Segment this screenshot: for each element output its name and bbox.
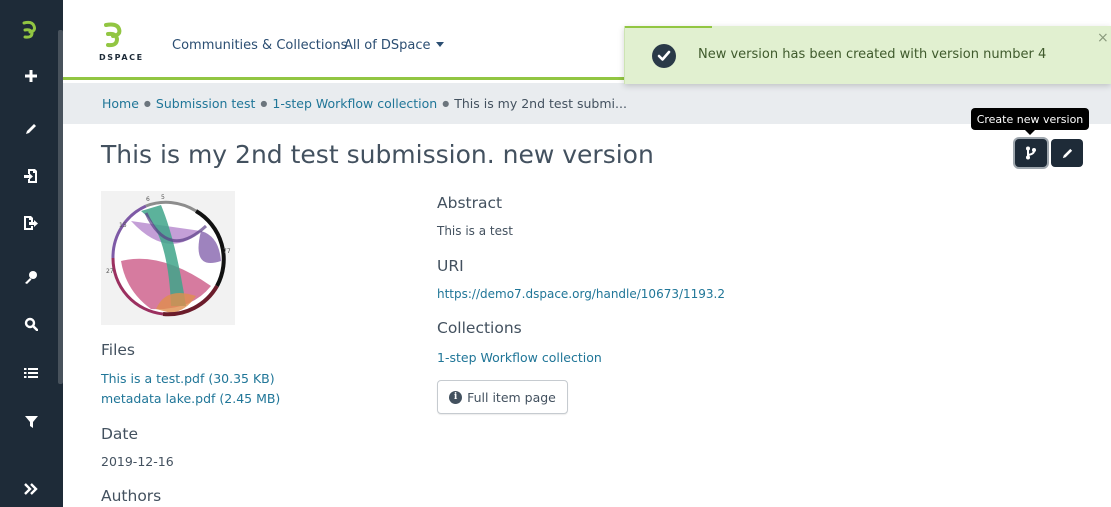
close-icon[interactable]: ×: [1097, 30, 1109, 46]
page-root: DSPACE Communities & Collections All of …: [0, 0, 1111, 507]
filter-icon: [24, 416, 38, 428]
list-icon: [24, 368, 38, 378]
notification-progress: [625, 26, 712, 28]
uri-link[interactable]: https://demo7.dspace.org/handle/10673/11…: [437, 287, 725, 301]
thumbnail-label: 6: [146, 196, 150, 203]
create-new-version-button[interactable]: [1015, 139, 1047, 167]
sidebar-item-import[interactable]: [0, 156, 62, 196]
nav-all-of-dspace-label: All of DSpace: [344, 38, 431, 53]
thumbnail-label: 15: [119, 222, 127, 229]
import-icon: [24, 169, 37, 183]
abstract-value: This is a test: [437, 224, 513, 238]
uri-heading: URI: [437, 257, 464, 275]
nav-communities-collections[interactable]: Communities & Collections: [172, 38, 347, 53]
breadcrumb-separator: ●: [442, 99, 450, 108]
sidebar-item-registries[interactable]: [0, 353, 62, 393]
create-version-tooltip: Create new version: [971, 108, 1089, 130]
code-branch-icon: [1026, 146, 1036, 160]
collections-heading: Collections: [437, 319, 522, 337]
breadcrumb: Home ● Submission test ● 1-step Workflow col…: [102, 96, 627, 111]
pencil-icon: [26, 124, 36, 134]
key-icon: [25, 271, 37, 284]
sidebar-item-access-control[interactable]: [0, 257, 62, 297]
thumbnail-label: 5: [161, 194, 165, 201]
edit-item-button[interactable]: [1051, 139, 1083, 167]
date-value: 2019-12-16: [101, 454, 174, 469]
breadcrumb-current: This is my 2nd test submi...: [454, 96, 627, 111]
chord-diagram-thumbnail: 15 6 5 77 27: [106, 194, 231, 317]
chevron-down-icon: [435, 42, 444, 47]
files-heading: Files: [101, 341, 136, 359]
export-icon: [24, 216, 38, 230]
sidebar-item-home[interactable]: [0, 10, 62, 50]
tooltip-arrow: [1025, 130, 1035, 135]
double-chevron-right-icon: [24, 483, 38, 495]
logo-wordmark: DSPACE: [99, 53, 144, 62]
file-link[interactable]: This is a test.pdf (30.35 KB): [101, 371, 275, 386]
breadcrumb-separator: ●: [260, 99, 268, 108]
search-icon: [24, 317, 38, 331]
authors-heading: Authors: [101, 487, 162, 505]
full-item-page-label: Full item page: [467, 389, 556, 405]
sidebar-item-new[interactable]: [0, 56, 62, 96]
breadcrumb-bar: Home ● Submission test ● 1-step Workflow col…: [63, 83, 1111, 124]
notification-message: New version has been created with versio…: [698, 47, 1047, 62]
plus-icon: [25, 70, 37, 82]
check-circle-icon: [652, 44, 676, 68]
sidebar-item-edit[interactable]: [0, 109, 62, 149]
item-thumbnail[interactable]: 15 6 5 77 27: [101, 191, 235, 325]
admin-sidebar: [0, 0, 63, 507]
pencil-icon: [1062, 148, 1072, 158]
dspace-logo-icon: [22, 20, 36, 39]
breadcrumb-collection[interactable]: 1-step Workflow collection: [272, 96, 437, 111]
thumbnail-label: 77: [223, 248, 231, 255]
breadcrumb-home[interactable]: Home: [102, 96, 139, 111]
breadcrumb-separator: ●: [143, 99, 151, 108]
info-circle-icon: i: [449, 390, 463, 404]
dspace-logo-icon: [104, 22, 122, 48]
page-title: This is my 2nd test submission. new vers…: [101, 140, 654, 169]
sidebar-item-curation[interactable]: [0, 402, 62, 442]
success-notification: New version has been created with versio…: [624, 26, 1111, 84]
abstract-heading: Abstract: [437, 194, 503, 212]
breadcrumb-submission-test[interactable]: Submission test: [156, 96, 256, 111]
file-link[interactable]: metadata lake.pdf (2.45 MB): [101, 391, 280, 406]
nav-all-of-dspace[interactable]: All of DSpace: [344, 38, 444, 53]
sidebar-item-export[interactable]: [0, 203, 62, 243]
full-item-page-button[interactable]: i Full item page: [437, 380, 568, 414]
sidebar-item-search[interactable]: [0, 304, 62, 344]
sidebar-expand-button[interactable]: [0, 469, 62, 507]
collection-link[interactable]: 1-step Workflow collection: [437, 350, 602, 365]
thumbnail-label: 27: [106, 268, 114, 275]
date-heading: Date: [101, 425, 139, 443]
